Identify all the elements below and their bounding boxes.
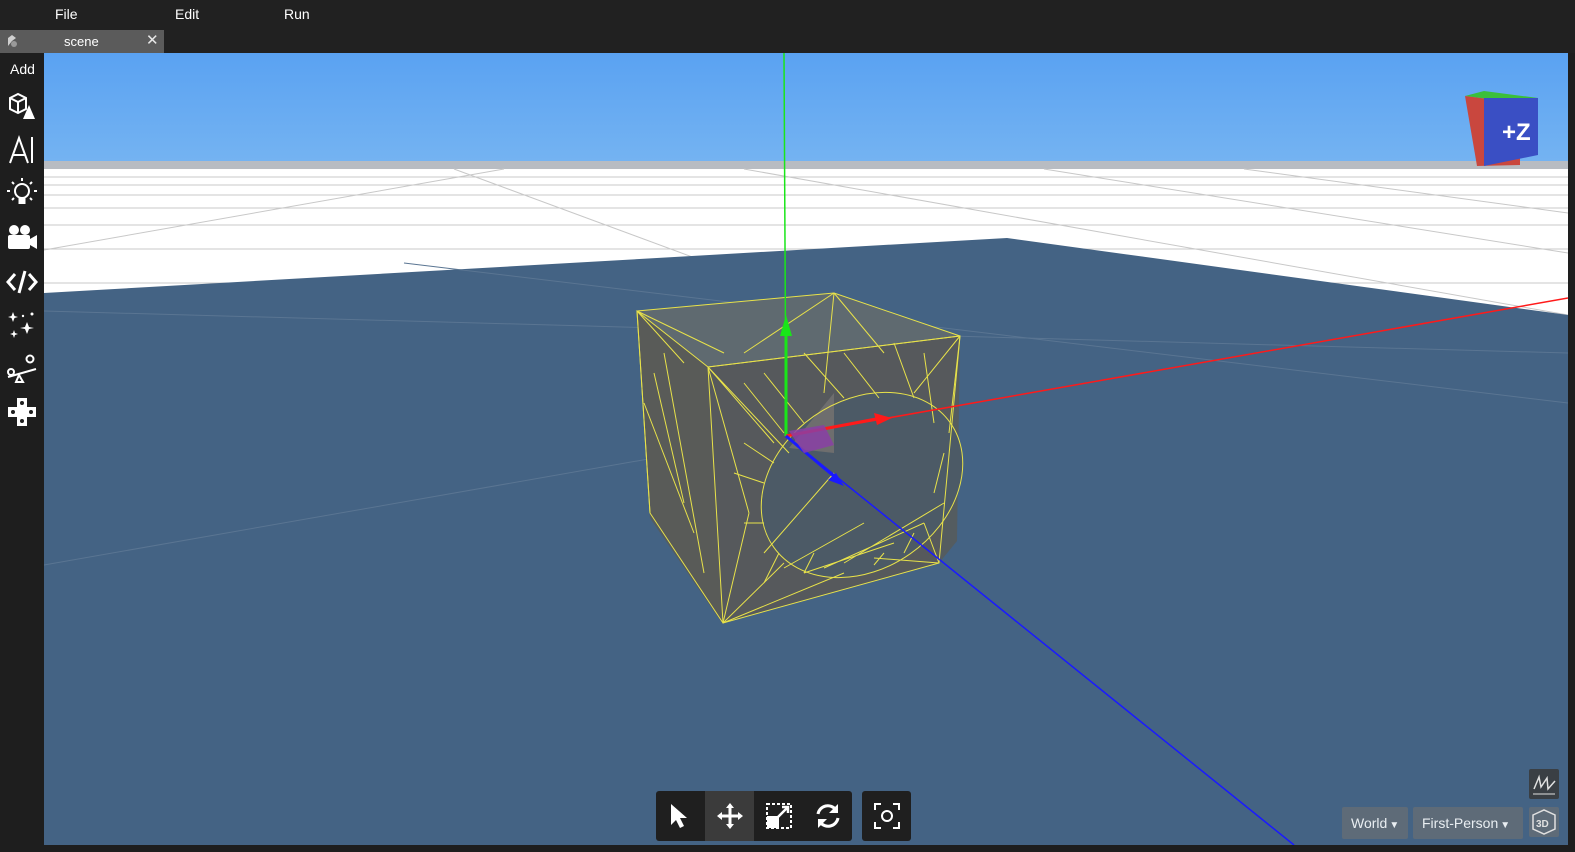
light-icon[interactable] <box>5 176 39 210</box>
add-label: Add <box>10 61 35 77</box>
camera-icon[interactable] <box>5 221 39 255</box>
tab-bar: scene ✕ <box>0 28 1575 53</box>
menu-bar: File Edit Run <box>0 0 1575 28</box>
horizon <box>44 161 1568 169</box>
menu-run[interactable]: Run <box>284 6 310 22</box>
gamepad-icon[interactable] <box>5 395 39 429</box>
draw-icon[interactable] <box>1529 769 1559 799</box>
select-icon[interactable] <box>656 791 705 841</box>
menu-file[interactable]: File <box>55 6 78 22</box>
sky <box>44 53 1568 161</box>
tab-label: scene <box>64 34 99 49</box>
transform-toolbar <box>656 791 852 841</box>
scene-canvas: +Z <box>44 53 1568 845</box>
view-3d-icon[interactable]: 3D <box>1529 807 1559 837</box>
camera-mode-value: First-Person <box>1422 815 1499 831</box>
menu-edit[interactable]: Edit <box>175 6 199 22</box>
scene-icon <box>5 34 19 48</box>
camera-mode-select[interactable]: First-Person ▼ <box>1413 807 1523 839</box>
close-icon[interactable]: ✕ <box>146 31 159 49</box>
chevron-down-icon: ▼ <box>1500 820 1511 831</box>
move-icon[interactable] <box>705 791 754 841</box>
space-select[interactable]: World ▼ <box>1342 807 1408 839</box>
gizmo-label: +Z <box>1502 119 1531 146</box>
rotate-icon[interactable] <box>803 791 852 841</box>
text-icon[interactable] <box>5 133 39 167</box>
chevron-down-icon: ▼ <box>1389 820 1400 831</box>
add-sidebar: Add <box>0 53 44 852</box>
physics-icon[interactable] <box>5 351 39 385</box>
effects-icon[interactable] <box>5 308 39 342</box>
scale-icon[interactable] <box>754 791 803 841</box>
space-select-value: World <box>1351 815 1388 831</box>
scene-viewport[interactable]: +Z World ▼ First-Person ▼ 3D <box>44 53 1568 845</box>
view-cube-gizmo[interactable]: +Z <box>1465 91 1538 166</box>
right-border <box>1568 53 1575 852</box>
tab-scene[interactable]: scene ✕ <box>0 30 164 53</box>
bottom-border <box>44 845 1568 852</box>
code-icon[interactable] <box>5 265 39 299</box>
shapes-icon[interactable] <box>5 89 39 123</box>
focus-icon[interactable] <box>862 791 911 841</box>
svg-text:3D: 3D <box>1536 819 1549 830</box>
